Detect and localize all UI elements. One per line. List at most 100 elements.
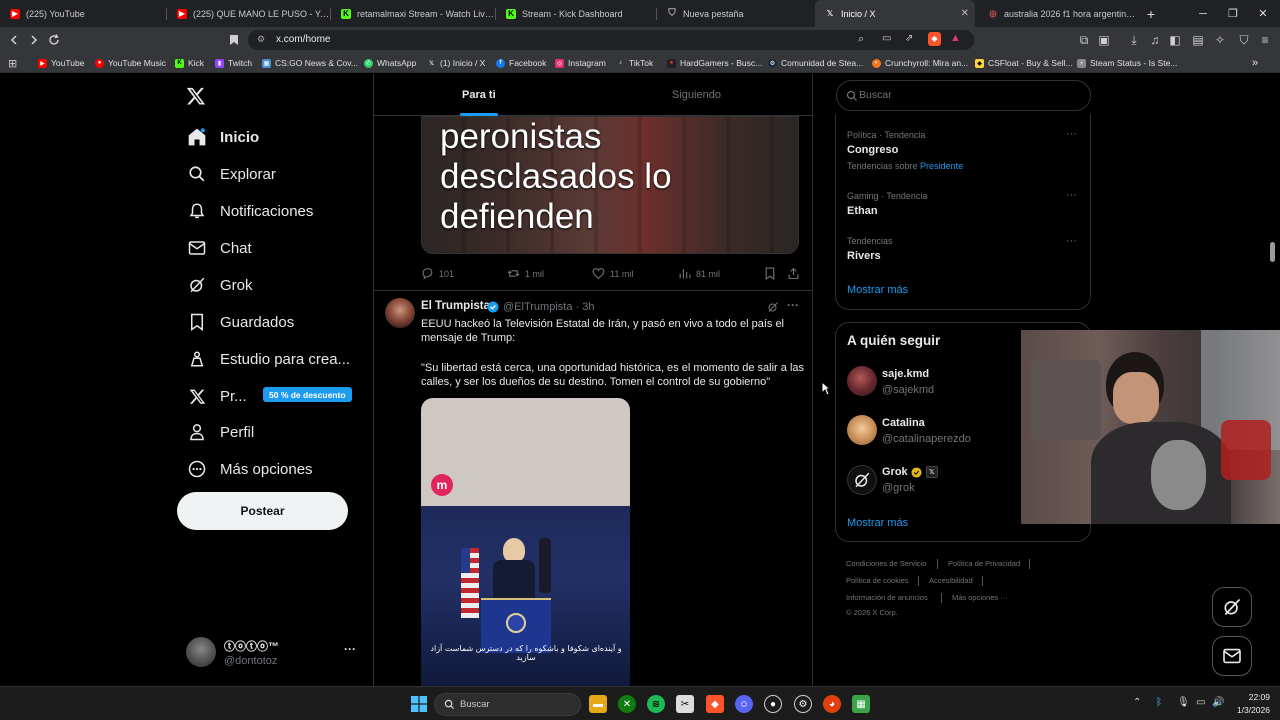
- spotify-icon[interactable]: ≋: [647, 695, 665, 713]
- windows-start-icon[interactable]: [410, 695, 428, 713]
- address-bar[interactable]: ⚙ x.com/home ⌕ ▭ ⇗ ◆ ▲: [248, 30, 974, 50]
- tab-search-f1[interactable]: ◎ australia 2026 f1 hora argentina - Br: [978, 0, 1138, 27]
- snipping-tool-icon[interactable]: ✂: [676, 695, 694, 713]
- views-button[interactable]: 81 mil: [678, 267, 720, 280]
- tab-new[interactable]: ⛉ Nueva pestaña: [657, 0, 812, 27]
- bookmark-kick[interactable]: K Kick: [175, 53, 204, 73]
- sidebar-item-inicio[interactable]: Inicio: [186, 121, 259, 153]
- sidebar-item-notificaciones[interactable]: Notificaciones: [186, 195, 313, 227]
- scrollbar-thumb[interactable]: [1270, 242, 1275, 262]
- sidebar-item-guardados[interactable]: Guardados: [186, 306, 294, 338]
- bookmark-hardgamers[interactable]: ● HardGamers - Busc...: [667, 53, 762, 73]
- trend-more-icon[interactable]: ···: [1066, 128, 1077, 140]
- bookmark-facebook[interactable]: f Facebook: [496, 53, 546, 73]
- trend-title[interactable]: Ethan: [847, 205, 878, 217]
- share-tweet-button[interactable]: [787, 267, 805, 280]
- sidebar-item-grok[interactable]: Grok: [186, 269, 253, 301]
- taskbar-search[interactable]: Buscar: [434, 693, 581, 716]
- steam-icon[interactable]: ⚙: [794, 695, 812, 713]
- clock-date[interactable]: 1/3/2026: [1226, 705, 1270, 715]
- bookmark-crunchyroll[interactable]: ◐ Crunchyroll: Mira an...: [872, 53, 968, 73]
- messages-fab[interactable]: [1212, 636, 1252, 676]
- grok-fab[interactable]: [1212, 587, 1252, 627]
- origin-icon[interactable]: ◕: [823, 695, 841, 713]
- tab-para-ti[interactable]: Para ti: [462, 89, 496, 101]
- wallet-icon[interactable]: ▣: [1096, 32, 1112, 48]
- microphone-icon[interactable]: 🎙: [1177, 697, 1190, 708]
- brave-rewards-icon[interactable]: ▲: [950, 32, 961, 44]
- more-bookmarks-icon[interactable]: »: [1252, 53, 1258, 73]
- minimize-icon[interactable]: ─: [1188, 0, 1218, 27]
- sidebar-item-chat[interactable]: Chat: [186, 232, 252, 264]
- tweet-video[interactable]: m و آینده‌ای شکوفا و باشکوه را که در دست…: [421, 398, 630, 686]
- xbox-icon[interactable]: ✕: [618, 695, 636, 713]
- restore-icon[interactable]: ❐: [1218, 0, 1248, 27]
- bookmark-x[interactable]: 𝕏 (1) Inicio / X: [427, 53, 485, 73]
- downloads-icon[interactable]: ⤓: [1126, 32, 1142, 48]
- tab-siguiendo[interactable]: Siguiendo: [672, 89, 721, 101]
- sidebar-item-explorar[interactable]: Explorar: [186, 158, 276, 190]
- trend-title[interactable]: Rivers: [847, 250, 881, 262]
- grok-explain-icon[interactable]: [767, 301, 779, 313]
- vpn-icon[interactable]: ▤: [1190, 32, 1206, 48]
- avatar[interactable]: [847, 415, 877, 445]
- footer-link[interactable]: Política de Privacidad: [948, 559, 1020, 568]
- bookmark-steam-status[interactable]: ⚡ Steam Status - Is Ste...: [1077, 53, 1177, 73]
- media-icon[interactable]: ♫: [1147, 32, 1163, 48]
- sidebar-item-premium[interactable]: Pr...: [186, 380, 247, 412]
- brave-shields-icon[interactable]: ◆: [928, 32, 941, 46]
- avatar[interactable]: [385, 298, 415, 328]
- cast-icon[interactable]: ▭: [882, 33, 891, 44]
- tab-kick-stream[interactable]: K retamalmaxi Stream - Watch Live on: [331, 0, 494, 27]
- sidebar-toggle-icon[interactable]: ◧: [1167, 32, 1183, 48]
- tab-youtube[interactable]: ▶ (225) YouTube: [0, 0, 165, 27]
- file-explorer-icon[interactable]: ▬: [589, 695, 607, 713]
- show-more-follow[interactable]: Mostrar más: [847, 517, 908, 529]
- follow-name[interactable]: Grok 𝕏: [882, 466, 938, 478]
- bookmark-csgo-news[interactable]: ▦ CS:GO News & Cov...: [262, 53, 358, 73]
- footer-link[interactable]: Política de cookies: [846, 576, 909, 585]
- extensions-icon[interactable]: ⧉: [1076, 32, 1092, 48]
- tweet-author-name[interactable]: El Trumpista: [421, 300, 499, 313]
- shield-icon[interactable]: ⛉: [1236, 32, 1252, 48]
- display-icon[interactable]: ▭: [1196, 697, 1205, 708]
- bookmark-tiktok[interactable]: ♪ TikTok: [616, 53, 653, 73]
- discord-icon[interactable]: ☺: [735, 695, 753, 713]
- tray-overflow-icon[interactable]: ⌃: [1133, 697, 1141, 708]
- bookmark-youtube-music[interactable]: ● YouTube Music: [95, 53, 166, 73]
- x-logo-icon[interactable]: [186, 86, 206, 106]
- show-more-trends[interactable]: Mostrar más: [847, 284, 908, 296]
- avatar[interactable]: [847, 366, 877, 396]
- reload-icon[interactable]: [46, 32, 62, 48]
- apps-grid-icon[interactable]: ⊞: [8, 53, 17, 73]
- bookmark-steam-community[interactable]: ⚙ Comunidad de Stea...: [768, 53, 863, 73]
- tab-youtube-video[interactable]: ▶ (225) QUE MANO LE PUSO - YouTub: [167, 0, 330, 27]
- volume-icon[interactable]: 🔊: [1212, 697, 1224, 708]
- close-tab-icon[interactable]: ✕: [961, 8, 969, 19]
- menu-icon[interactable]: ≡: [1257, 32, 1273, 48]
- leo-ai-icon[interactable]: ✧: [1212, 32, 1228, 48]
- post-button[interactable]: Postear: [177, 492, 348, 530]
- footer-link[interactable]: Condiciones de Servicio: [846, 559, 926, 568]
- tweet-more-icon[interactable]: ···: [787, 298, 799, 312]
- obs-icon[interactable]: ●: [764, 695, 782, 713]
- new-tab-button[interactable]: +: [1136, 0, 1166, 27]
- discount-badge[interactable]: 50 % de descuento: [263, 387, 352, 402]
- tweet-handle[interactable]: @ElTrumpista · 3h: [503, 301, 594, 313]
- sidebar-item-mas-opciones[interactable]: Más opciones: [186, 453, 313, 485]
- account-menu-icon[interactable]: ···: [344, 642, 356, 656]
- avatar[interactable]: [186, 637, 216, 667]
- bookmark-instagram[interactable]: ◎ Instagram: [555, 53, 606, 73]
- grok-avatar-icon[interactable]: [847, 465, 877, 495]
- bookmark-page-icon[interactable]: [226, 32, 242, 48]
- footer-link[interactable]: Más opciones ···: [952, 593, 1008, 602]
- zoom-icon[interactable]: ⌕: [858, 33, 864, 46]
- bookmark-whatsapp[interactable]: ✆ WhatsApp: [364, 53, 416, 73]
- brave-browser-icon[interactable]: ◆: [706, 695, 724, 713]
- back-icon[interactable]: [6, 32, 22, 48]
- follow-name[interactable]: Catalina: [882, 417, 925, 429]
- bookmark-youtube[interactable]: ▶ YouTube: [38, 53, 84, 73]
- like-button[interactable]: 11 mil: [592, 267, 633, 280]
- trend-more-icon[interactable]: ···: [1066, 189, 1077, 201]
- sidebar-item-estudio[interactable]: Estudio para crea...: [186, 343, 350, 375]
